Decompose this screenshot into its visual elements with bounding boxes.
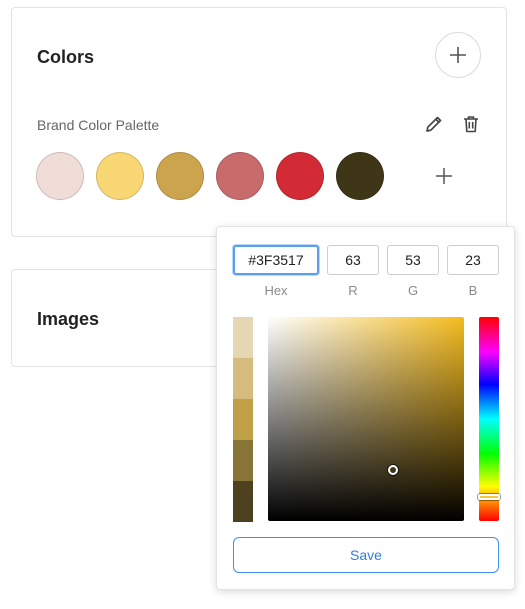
colors-card: Colors Brand Color Palette [11, 7, 507, 237]
green-label: G [407, 283, 419, 298]
save-button[interactable]: Save [233, 537, 499, 573]
add-color-button[interactable] [432, 164, 456, 188]
blue-label: B [468, 283, 478, 298]
edit-palette-button[interactable] [423, 113, 445, 135]
color-swatch[interactable] [36, 152, 84, 200]
hue-handle[interactable] [478, 493, 500, 500]
red-label: R [348, 283, 358, 298]
shade-swatch[interactable] [233, 358, 253, 399]
plus-icon [436, 168, 452, 184]
palette-name: Brand Color Palette [37, 117, 160, 133]
red-input[interactable] [327, 245, 379, 275]
delete-palette-button[interactable] [460, 113, 482, 135]
pencil-icon [426, 116, 442, 132]
green-input[interactable] [387, 245, 439, 275]
add-palette-button[interactable] [435, 32, 481, 78]
shade-swatch[interactable] [233, 481, 253, 522]
shade-swatch[interactable] [233, 317, 253, 358]
shade-swatch[interactable] [233, 440, 253, 481]
saturation-value-area[interactable] [268, 317, 464, 521]
shade-swatch[interactable] [233, 399, 253, 440]
hex-label: Hex [264, 283, 288, 298]
shade-strip [233, 317, 253, 522]
hue-slider[interactable] [478, 317, 500, 521]
trash-icon [464, 116, 478, 133]
images-title: Images [37, 309, 100, 329]
color-swatch[interactable] [216, 152, 264, 200]
colors-title: Colors [37, 47, 95, 67]
blue-input[interactable] [447, 245, 499, 275]
color-swatch[interactable] [336, 152, 384, 200]
hex-input[interactable] [233, 245, 319, 275]
color-swatch[interactable] [276, 152, 324, 200]
color-swatch[interactable] [96, 152, 144, 200]
color-picker-popover: Hex R G B Save [216, 226, 515, 590]
plus-icon [450, 47, 466, 63]
color-swatch[interactable] [156, 152, 204, 200]
